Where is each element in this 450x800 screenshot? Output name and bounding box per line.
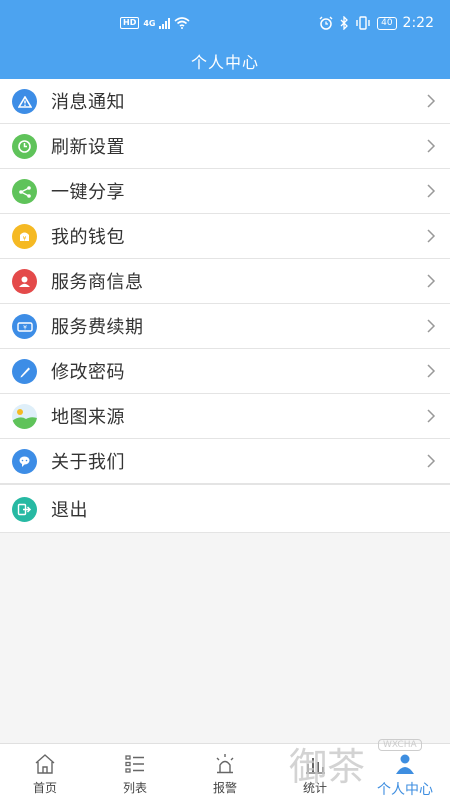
bluetooth-icon [340,16,349,30]
menu-item-label: 刷新设置 [51,137,125,158]
alarm-clock-icon [319,16,333,30]
ticket-icon: ¥ [12,314,37,339]
menu-item-label: 关于我们 [51,452,125,473]
chevron-right-icon [427,454,436,468]
logout-button[interactable]: 退出 [0,484,450,533]
menu-item-label: 地图来源 [51,407,125,428]
tab-label: 统计 [302,781,327,795]
chevron-right-icon [427,274,436,288]
app-header: HD 4G 40 2:22 个人中心 [0,0,450,79]
tab-stats[interactable]: 统计 [270,744,360,800]
tab-label: 列表 [122,781,147,795]
list-icon [125,755,144,773]
status-bar: HD 4G 40 2:22 [0,13,450,39]
menu-item-map-source[interactable]: 地图来源 [0,394,450,439]
status-time: 2:22 [402,15,434,31]
hd-badge: HD [120,17,140,29]
pencil-icon [12,359,37,384]
bottom-tab-bar: 首页 列表 报警 统计 个人中心 [0,743,450,800]
tab-list[interactable]: 列表 [90,744,180,800]
menu-item-service-renewal[interactable]: ¥ 服务费续期 [0,304,450,349]
menu-list: 消息通知 刷新设置 一键分享 ¥ 我的钱包 服务商信息 ¥ 服务费续期 修改密码… [0,79,450,533]
user-icon [12,269,37,294]
wallet-icon: ¥ [12,224,37,249]
chevron-right-icon [427,94,436,108]
alarm-icon [216,754,234,774]
map-icon [12,404,37,429]
tab-label: 报警 [212,781,237,795]
watermark-badge: WXCHA [378,739,422,751]
menu-item-wallet[interactable]: ¥ 我的钱包 [0,214,450,259]
tab-label: 个人中心 [377,782,433,798]
menu-item-label: 一键分享 [51,182,125,203]
chevron-right-icon [427,364,436,378]
vibrate-icon [356,16,370,30]
home-icon [35,754,55,774]
menu-item-notifications[interactable]: 消息通知 [0,79,450,124]
menu-item-refresh-settings[interactable]: 刷新设置 [0,124,450,169]
tab-alarm[interactable]: 报警 [180,744,270,800]
menu-item-about-us[interactable]: 关于我们 [0,439,450,484]
page-title: 个人中心 [190,53,259,72]
chevron-right-icon [427,184,436,198]
share-icon [12,179,37,204]
chevron-right-icon [427,319,436,333]
network-label: 4G [143,18,156,28]
chevron-right-icon [427,229,436,243]
battery-indicator: 40 [377,16,397,30]
exit-icon [12,497,37,522]
menu-item-label: 服务费续期 [51,317,144,338]
svg-text:¥: ¥ [23,324,27,331]
menu-item-label: 我的钱包 [51,227,125,248]
menu-item-change-password[interactable]: 修改密码 [0,349,450,394]
person-icon [396,754,414,774]
stats-icon [306,758,325,774]
menu-item-label: 服务商信息 [51,272,144,293]
logout-label: 退出 [51,499,88,521]
wifi-icon [174,17,191,29]
menu-item-share[interactable]: 一键分享 [0,169,450,214]
clock-icon [12,134,37,159]
menu-item-label: 修改密码 [51,362,125,383]
chevron-right-icon [427,409,436,423]
warning-icon [12,89,37,114]
menu-item-provider-info[interactable]: 服务商信息 [0,259,450,304]
tab-profile[interactable]: 个人中心 [360,744,450,800]
menu-item-label: 消息通知 [51,92,125,113]
chevron-right-icon [427,139,436,153]
svg-text:¥: ¥ [23,236,27,243]
tab-home[interactable]: 首页 [0,744,90,800]
chat-icon [12,449,37,474]
signal-icon [159,17,171,29]
tab-label: 首页 [32,781,57,795]
